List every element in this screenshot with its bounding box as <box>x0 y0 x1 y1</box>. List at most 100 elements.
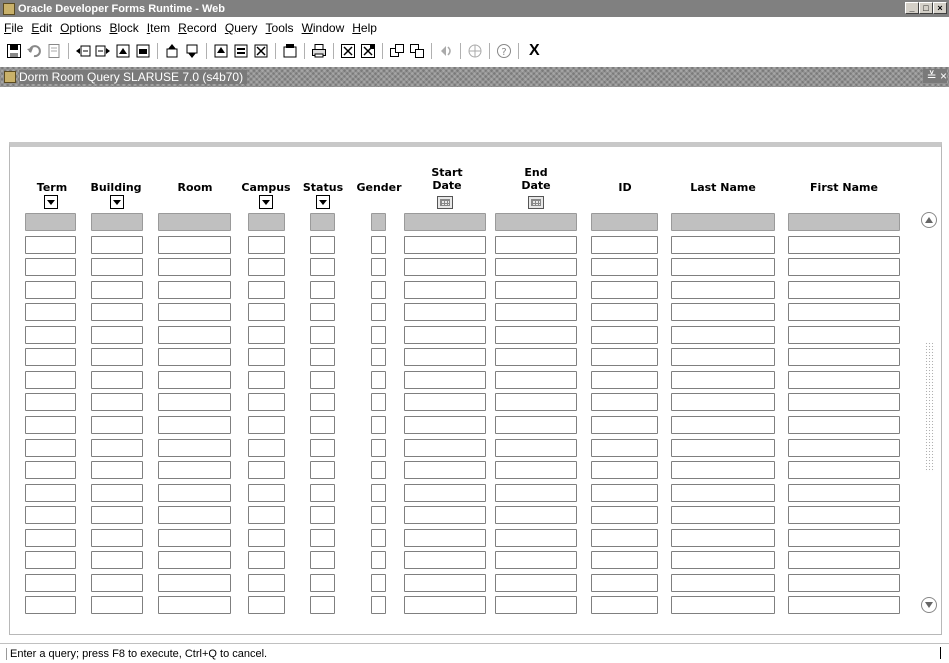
id-field[interactable] <box>591 303 658 321</box>
id-field[interactable] <box>591 281 658 299</box>
term-field[interactable] <box>25 506 76 524</box>
term-field[interactable] <box>25 484 76 502</box>
id-field[interactable] <box>591 371 658 389</box>
vertical-scrollbar[interactable] <box>921 212 938 613</box>
last-name-field[interactable] <box>671 303 775 321</box>
list-values-icon[interactable] <box>466 42 484 60</box>
start-date-field[interactable] <box>404 574 486 592</box>
term-field[interactable] <box>25 551 76 569</box>
gender-field[interactable] <box>371 348 386 366</box>
first-name-field[interactable] <box>788 371 900 389</box>
last-name-field[interactable] <box>671 506 775 524</box>
building-field[interactable] <box>91 529 143 547</box>
room-field[interactable] <box>158 484 231 502</box>
first-name-field[interactable] <box>788 326 900 344</box>
campus-field[interactable] <box>248 439 285 457</box>
term-field[interactable] <box>25 393 76 411</box>
term-field[interactable] <box>25 596 76 614</box>
room-field[interactable] <box>158 506 231 524</box>
term-field[interactable] <box>25 348 76 366</box>
scroll-down-icon[interactable] <box>921 597 937 613</box>
first-name-field[interactable] <box>788 281 900 299</box>
start-date-field[interactable] <box>404 461 486 479</box>
start-date-field[interactable] <box>404 258 486 276</box>
end-date-field[interactable] <box>495 281 577 299</box>
gender-field[interactable] <box>371 213 386 231</box>
gender-field[interactable] <box>371 484 386 502</box>
last-name-field[interactable] <box>671 461 775 479</box>
term-field[interactable] <box>25 416 76 434</box>
status-field[interactable] <box>310 439 335 457</box>
status-field[interactable] <box>310 484 335 502</box>
first-name-field[interactable] <box>788 551 900 569</box>
next-record-icon[interactable] <box>232 42 250 60</box>
campus-field[interactable] <box>248 461 285 479</box>
start-date-field[interactable] <box>404 236 486 254</box>
gender-field[interactable] <box>371 303 386 321</box>
building-field[interactable] <box>91 303 143 321</box>
menu-tools[interactable]: Tools <box>262 21 298 35</box>
campus-field[interactable] <box>248 416 285 434</box>
status-field[interactable] <box>310 348 335 366</box>
id-field[interactable] <box>591 416 658 434</box>
status-field[interactable] <box>310 236 335 254</box>
room-field[interactable] <box>158 574 231 592</box>
first-name-field[interactable] <box>788 348 900 366</box>
id-field[interactable] <box>591 529 658 547</box>
end-date-field[interactable] <box>495 258 577 276</box>
end-date-field[interactable] <box>495 529 577 547</box>
duplicate-item-icon[interactable] <box>408 42 426 60</box>
campus-lov-button[interactable] <box>259 195 273 209</box>
status-lov-button[interactable] <box>316 195 330 209</box>
status-field[interactable] <box>310 506 335 524</box>
campus-field[interactable] <box>248 506 285 524</box>
room-field[interactable] <box>158 551 231 569</box>
undo-icon[interactable] <box>25 42 43 60</box>
last-name-field[interactable] <box>671 439 775 457</box>
building-field[interactable] <box>91 551 143 569</box>
gender-field[interactable] <box>371 461 386 479</box>
start-date-field[interactable] <box>404 303 486 321</box>
menu-block[interactable]: Block <box>105 21 142 35</box>
id-field[interactable] <box>591 574 658 592</box>
room-field[interactable] <box>158 461 231 479</box>
last-name-field[interactable] <box>671 281 775 299</box>
campus-field[interactable] <box>248 551 285 569</box>
gender-field[interactable] <box>371 236 386 254</box>
last-name-field[interactable] <box>671 596 775 614</box>
term-lov-button[interactable] <box>44 195 58 209</box>
last-name-field[interactable] <box>671 213 775 231</box>
id-field[interactable] <box>591 326 658 344</box>
last-name-field[interactable] <box>671 529 775 547</box>
building-field[interactable] <box>91 439 143 457</box>
help-icon[interactable]: ? <box>495 42 513 60</box>
end-date-field[interactable] <box>495 371 577 389</box>
insert-record-icon[interactable] <box>281 42 299 60</box>
id-field[interactable] <box>591 258 658 276</box>
room-field[interactable] <box>158 281 231 299</box>
minimize-button[interactable]: _ <box>905 2 919 14</box>
gender-field[interactable] <box>371 371 386 389</box>
query-window-icon[interactable] <box>134 42 152 60</box>
status-field[interactable] <box>310 596 335 614</box>
menu-item[interactable]: Item <box>143 21 174 35</box>
building-field[interactable] <box>91 281 143 299</box>
building-field[interactable] <box>91 371 143 389</box>
room-field[interactable] <box>158 326 231 344</box>
room-field[interactable] <box>158 303 231 321</box>
building-field[interactable] <box>91 326 143 344</box>
gender-field[interactable] <box>371 393 386 411</box>
building-field[interactable] <box>91 236 143 254</box>
campus-field[interactable] <box>248 574 285 592</box>
end-date-field[interactable] <box>495 213 577 231</box>
term-field[interactable] <box>25 236 76 254</box>
execute-query-icon[interactable] <box>94 42 112 60</box>
last-name-field[interactable] <box>671 574 775 592</box>
campus-field[interactable] <box>248 213 285 231</box>
term-field[interactable] <box>25 439 76 457</box>
start-date-field[interactable] <box>404 371 486 389</box>
room-field[interactable] <box>158 529 231 547</box>
close-button[interactable]: × <box>933 2 947 14</box>
status-field[interactable] <box>310 416 335 434</box>
campus-field[interactable] <box>248 484 285 502</box>
